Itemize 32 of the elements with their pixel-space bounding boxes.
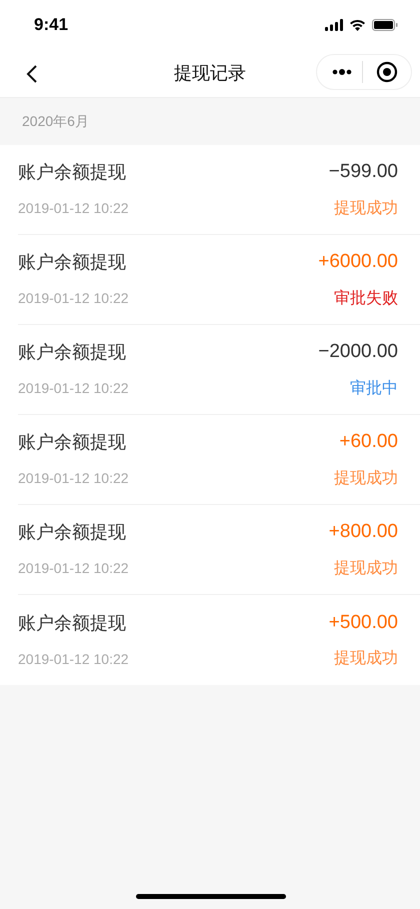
section-header: 2020年6月 — [22, 112, 89, 131]
record-time: 2019-01-12 10:22 — [18, 199, 129, 218]
battery-icon — [372, 19, 398, 31]
record-status: 提现成功 — [334, 468, 398, 489]
record-title: 账户余额提现 — [18, 341, 126, 364]
signal-icon — [325, 19, 343, 31]
record-time: 2019-01-12 10:22 — [18, 379, 129, 398]
record-title: 账户余额提现 — [18, 161, 126, 184]
record-title: 账户余额提现 — [18, 521, 126, 544]
record-status: 审批中 — [350, 378, 398, 399]
record-amount: +800.00 — [328, 520, 398, 544]
more-icon[interactable] — [332, 69, 352, 75]
record-amount: +500.00 — [328, 610, 398, 635]
record-amount: −599.00 — [328, 160, 398, 184]
record-amount: −2000.00 — [318, 340, 398, 364]
wifi-icon — [349, 19, 366, 31]
record-title: 账户余额提现 — [18, 431, 126, 454]
record-time: 2019-01-12 10:22 — [18, 469, 129, 488]
record-time: 2019-01-12 10:22 — [18, 559, 129, 578]
status-time: 9:41 — [34, 14, 68, 36]
record-time: 2019-01-12 10:22 — [18, 650, 129, 669]
record-status: 提现成功 — [334, 198, 398, 219]
record-title: 账户余额提现 — [18, 612, 126, 634]
page-title: 提现记录 — [174, 62, 246, 85]
record-status: 审批失败 — [334, 288, 398, 309]
record-status: 提现成功 — [334, 648, 398, 670]
record-status: 提现成功 — [334, 558, 398, 579]
record-amount: +6000.00 — [318, 250, 398, 274]
record-title: 账户余额提现 — [18, 251, 126, 274]
record-time: 2019-01-12 10:22 — [18, 289, 129, 308]
close-icon[interactable] — [376, 61, 398, 83]
record-amount: +60.00 — [339, 430, 398, 454]
